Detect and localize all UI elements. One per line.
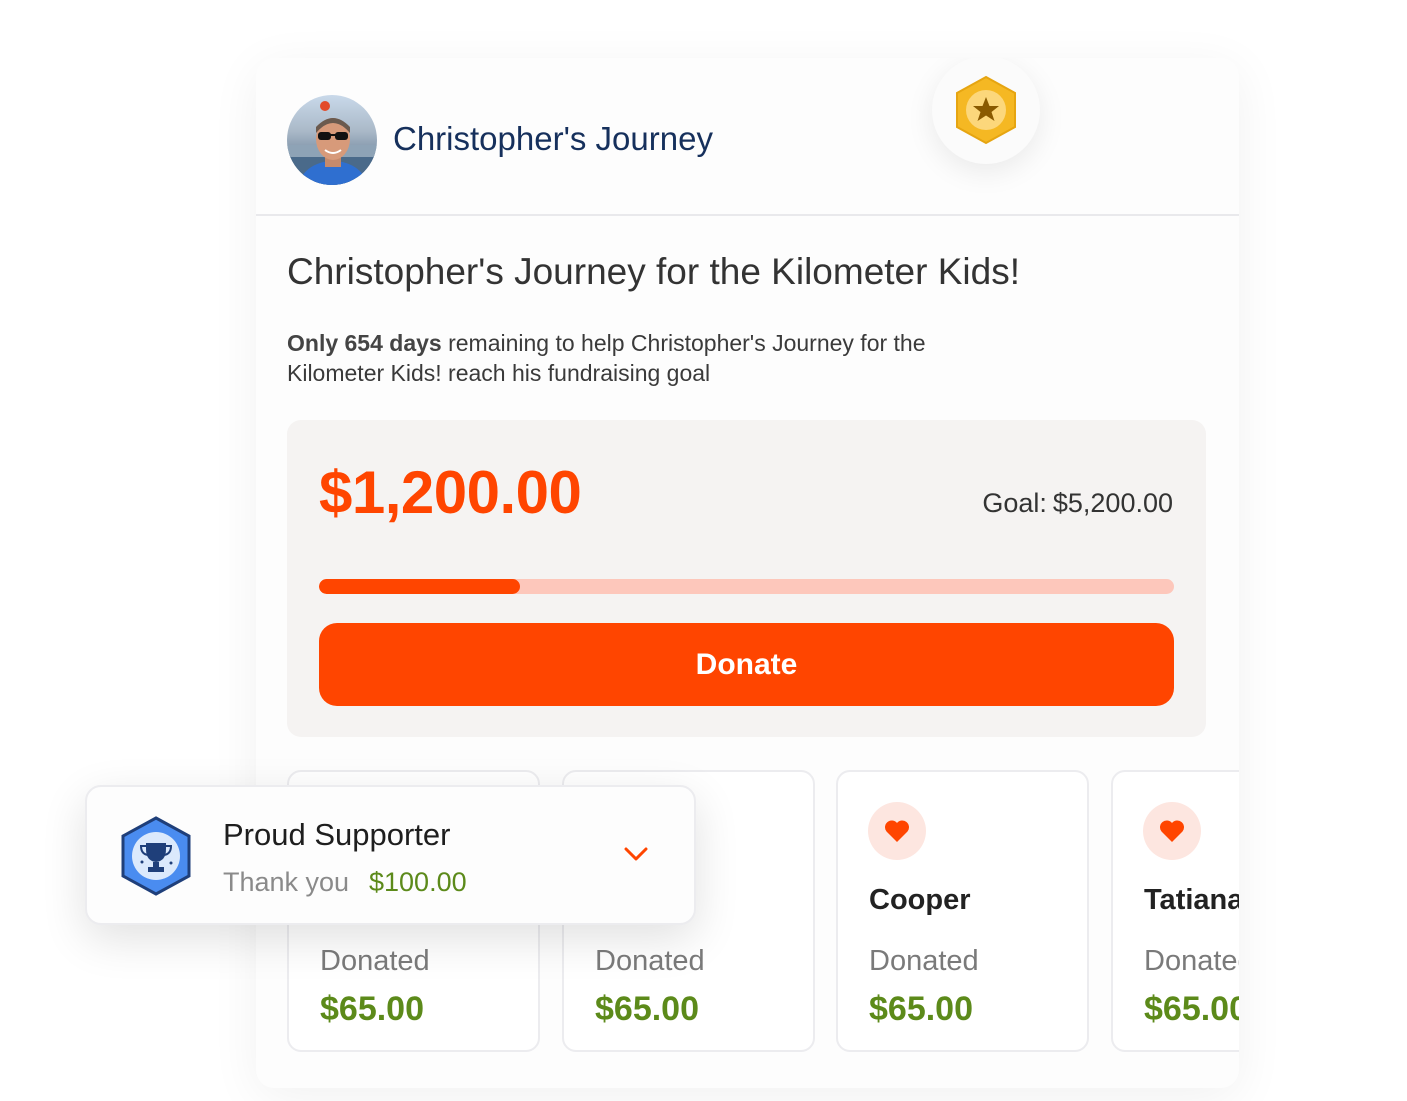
heart-icon bbox=[884, 820, 910, 842]
fundraising-panel: $1,200.00 Goal: $5,200.00 Donate bbox=[287, 420, 1206, 737]
donor-card[interactable]: Tatiana Donated $65.00 bbox=[1111, 770, 1239, 1052]
star-medal-icon bbox=[956, 75, 1016, 145]
donor-name: Cooper bbox=[869, 884, 971, 916]
donate-button[interactable]: Donate bbox=[319, 623, 1174, 706]
donor-card[interactable]: Cooper Donated $65.00 bbox=[836, 770, 1089, 1052]
trophy-badge bbox=[120, 816, 192, 901]
donated-amount: $65.00 bbox=[1144, 990, 1239, 1028]
heart-badge bbox=[1143, 802, 1201, 860]
achievement-medal[interactable] bbox=[932, 58, 1040, 164]
trophy-badge-icon bbox=[121, 816, 191, 896]
profile-name[interactable]: Christopher's Journey bbox=[393, 120, 713, 158]
toast-amount: $100.00 bbox=[369, 867, 467, 897]
campaign-title: Christopher's Journey for the Kilometer … bbox=[287, 251, 1020, 292]
progress-bar bbox=[319, 579, 1174, 594]
goal-value: $5,200.00 bbox=[1052, 488, 1173, 518]
toast-subtitle: Thank you bbox=[223, 867, 350, 897]
donated-label: Donated bbox=[595, 945, 705, 977]
heart-icon bbox=[1159, 820, 1185, 842]
donated-label: Donated bbox=[1144, 945, 1239, 977]
fundraising-goal: Goal: $5,200.00 bbox=[982, 488, 1173, 519]
supporter-toast[interactable]: Proud Supporter Thank you $100.00 bbox=[85, 785, 696, 925]
avatar[interactable] bbox=[287, 95, 377, 185]
heart-badge bbox=[868, 802, 926, 860]
donated-amount: $65.00 bbox=[320, 990, 424, 1028]
chevron-down-icon bbox=[624, 847, 648, 861]
campaign-description: Only 654 days remaining to help Christop… bbox=[287, 328, 1007, 388]
donor-name: Tatiana bbox=[1144, 884, 1239, 916]
donated-label: Donated bbox=[320, 945, 430, 977]
donated-label: Donated bbox=[869, 945, 979, 977]
donated-amount: $65.00 bbox=[595, 990, 699, 1028]
profile-header: Christopher's Journey bbox=[256, 58, 1239, 216]
days-remaining: Only 654 days bbox=[287, 330, 442, 356]
progress-fill bbox=[319, 579, 520, 594]
donated-amount: $65.00 bbox=[869, 990, 973, 1028]
amount-raised: $1,200.00 bbox=[319, 459, 582, 526]
toast-title: Proud Supporter bbox=[223, 817, 451, 852]
goal-label: Goal: bbox=[982, 488, 1047, 518]
person-photo bbox=[287, 101, 377, 185]
campaign-card: Christopher's Journey Christopher's Jour… bbox=[256, 58, 1239, 1088]
toast-expand-toggle[interactable] bbox=[623, 845, 649, 868]
